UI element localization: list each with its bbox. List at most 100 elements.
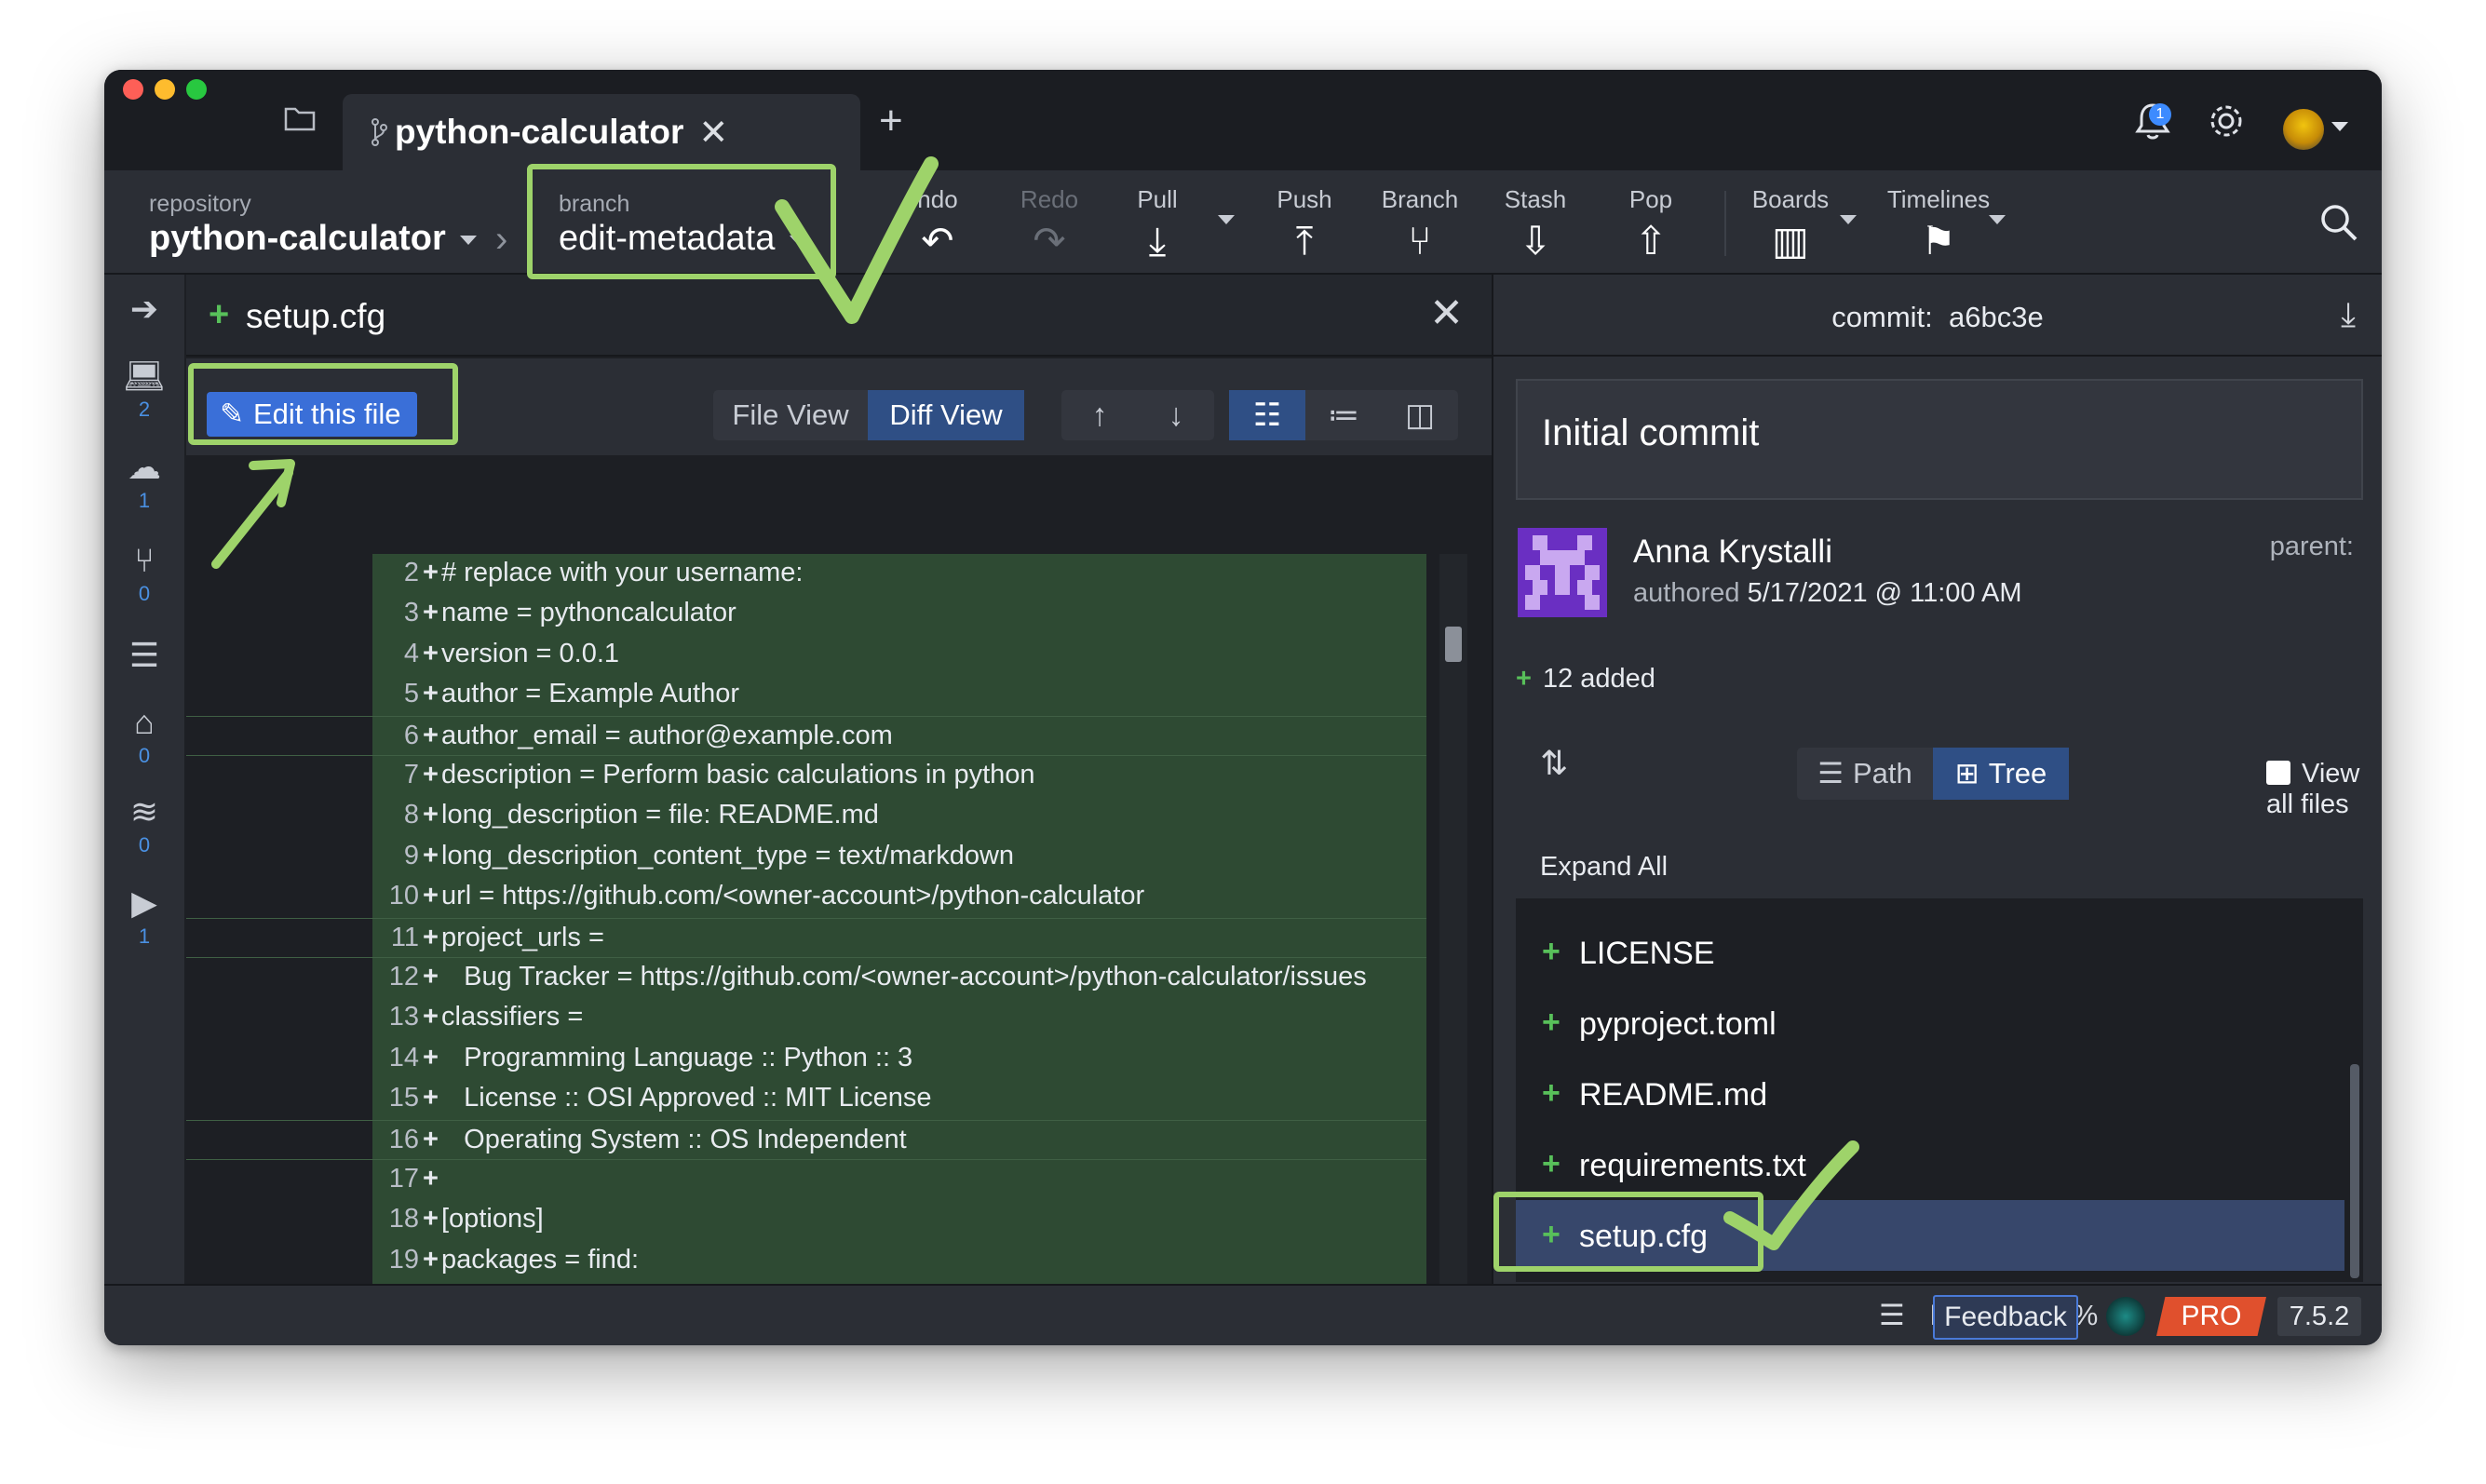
tree-scrollbar[interactable] bbox=[2350, 1064, 2359, 1278]
added-marker: + bbox=[423, 679, 439, 709]
editor-scrollbar[interactable] bbox=[1445, 627, 1462, 662]
boards-button[interactable]: Boards ▥ bbox=[1730, 170, 1851, 275]
diff-line[interactable]: 10 + url = https://github.com/<owner-accou… bbox=[186, 877, 1426, 917]
sort-alpha-icon[interactable]: ⇅ bbox=[1540, 744, 1568, 783]
path-view-button[interactable]: ☰ Path bbox=[1797, 748, 1933, 800]
diff-line[interactable]: 16 + Operating System :: OS Independent bbox=[186, 1119, 1426, 1160]
expand-all-button[interactable]: Expand All bbox=[1516, 831, 2363, 898]
gear-icon[interactable] bbox=[2207, 101, 2246, 149]
added-icon: + bbox=[1542, 1075, 1561, 1111]
timelines-options-caret[interactable] bbox=[1989, 215, 2006, 224]
chevron-down-icon[interactable] bbox=[2331, 122, 2348, 131]
line-number: 6 bbox=[403, 720, 419, 750]
branch-selector[interactable]: edit-metadata bbox=[559, 219, 775, 259]
tree-item[interactable]: + LICENSE bbox=[1516, 917, 2344, 988]
tree-item-name: LICENSE bbox=[1579, 936, 1715, 971]
sidebar-item-tags[interactable]: ⌂ 0 bbox=[104, 703, 184, 768]
pop-button[interactable]: Pop ⇧ bbox=[1600, 170, 1702, 275]
tree-item[interactable]: + pyproject.toml bbox=[1516, 988, 2344, 1059]
sidebar-item-stashes[interactable]: ≋ 0 bbox=[104, 792, 184, 857]
diff-line[interactable]: 6 + author_email = author@example.com bbox=[186, 715, 1426, 756]
added-marker: + bbox=[423, 1002, 439, 1032]
tree-item[interactable]: + requirements.txt bbox=[1516, 1129, 2344, 1200]
tree-item[interactable]: + setup.cfg bbox=[1516, 1200, 2344, 1271]
minimize-window-button[interactable] bbox=[155, 79, 175, 100]
tree-item[interactable]: + README.md bbox=[1516, 1059, 2344, 1129]
diff-line[interactable]: 7 + description = Perform basic calculatio… bbox=[186, 756, 1426, 796]
chevron-down-icon[interactable] bbox=[460, 236, 477, 245]
parent-label: parent: bbox=[2269, 532, 2354, 561]
line-number: 11 bbox=[390, 922, 419, 952]
arrow-up-icon[interactable]: ↑ bbox=[1061, 390, 1138, 440]
sidebar-item-pull-requests[interactable]: ⑂ 0 bbox=[104, 541, 184, 606]
timelines-label: Timelines bbox=[1886, 185, 1991, 213]
redo-label: Redo bbox=[1020, 185, 1079, 213]
hunk-view-icon[interactable]: ☷ bbox=[1229, 390, 1305, 440]
folder-icon[interactable] bbox=[272, 94, 328, 142]
tab-python-calculator[interactable]: python-calculator ✕ bbox=[343, 94, 860, 170]
redo-button[interactable]: Redo ↷ bbox=[998, 170, 1101, 275]
tree-view-button[interactable]: ⊞ Tree bbox=[1933, 748, 2069, 800]
inline-view-icon[interactable]: ≔ bbox=[1305, 390, 1382, 440]
pull-button[interactable]: Pull ⤓ bbox=[1106, 170, 1209, 275]
line-number: 7 bbox=[403, 760, 419, 789]
pro-badge[interactable]: PRO bbox=[2156, 1297, 2266, 1336]
search-icon[interactable] bbox=[2318, 202, 2359, 248]
editor-scroll-track[interactable] bbox=[1439, 554, 1467, 1284]
diff-line[interactable]: 3 + name = pythoncalculator bbox=[186, 594, 1426, 634]
expand-sidebar-icon[interactable]: ➔ bbox=[104, 290, 184, 329]
stash-button[interactable]: Stash ⇩ bbox=[1484, 170, 1587, 275]
diff-line[interactable]: 2 + # replace with your username: bbox=[186, 554, 1426, 594]
commit-sha[interactable]: a6bc3e bbox=[1949, 301, 2044, 333]
sidebar-item-remote[interactable]: ☁ 1 bbox=[104, 448, 184, 513]
arrow-down-icon[interactable]: ↓ bbox=[1138, 390, 1214, 440]
push-button[interactable]: Push ⤒ bbox=[1253, 170, 1356, 275]
tree-icon: ⊞ bbox=[1954, 757, 1979, 789]
sidebar-item-local[interactable]: 💻︎ 2 bbox=[104, 357, 184, 422]
diff-line[interactable]: 19 + packages = find: bbox=[186, 1241, 1426, 1281]
diff-line[interactable]: 4 + version = 0.0.1 bbox=[186, 635, 1426, 675]
diff-line[interactable]: 9 + long_description_content_type = text/m… bbox=[186, 837, 1426, 877]
diff-line[interactable]: 5 + author = Example Author bbox=[186, 675, 1426, 715]
repository-selector[interactable]: python-calculator bbox=[149, 219, 446, 259]
diff-line[interactable]: 11 + project_urls = bbox=[186, 917, 1426, 958]
download-icon[interactable]: ⤓ bbox=[2341, 295, 2356, 335]
undo-button[interactable]: ndo ↶ bbox=[886, 170, 989, 275]
edit-file-button[interactable]: ✎ Edit this file bbox=[207, 392, 417, 437]
boards-options-caret[interactable] bbox=[1840, 215, 1857, 224]
line-number: 16 bbox=[388, 1124, 419, 1154]
boards-icon: ▥ bbox=[1772, 219, 1809, 263]
diff-line[interactable]: 8 + long_description = file: README.md bbox=[186, 796, 1426, 836]
sidebar-item-actions[interactable]: ▶ 1 bbox=[104, 884, 184, 949]
diff-view-button[interactable]: Diff View bbox=[868, 390, 1024, 440]
sidebar-item-issues[interactable]: ☰ bbox=[104, 636, 184, 675]
branch-button-label: Branch bbox=[1381, 185, 1459, 213]
file-tools-bar: ✎ Edit this file File View Diff View ↑ ↓… bbox=[186, 358, 1575, 455]
chevron-down-icon[interactable] bbox=[790, 236, 806, 245]
diff-line[interactable]: 18 + [options] bbox=[186, 1200, 1426, 1240]
close-tab-icon[interactable]: ✕ bbox=[698, 112, 728, 154]
diff-line[interactable]: 14 + Programming Language :: Python :: 3 bbox=[186, 1039, 1426, 1079]
tree-item-name: requirements.txt bbox=[1579, 1148, 1806, 1183]
user-avatar[interactable] bbox=[2283, 109, 2324, 150]
diff-line[interactable]: 17 + bbox=[186, 1160, 1426, 1200]
checkbox[interactable] bbox=[2266, 761, 2290, 786]
feedback-button[interactable]: Feedback bbox=[1933, 1295, 2078, 1340]
remote-count: 1 bbox=[138, 489, 151, 512]
file-view-button[interactable]: File View bbox=[713, 390, 868, 440]
diff-line[interactable]: 12 + Bug Tracker = https://github.com/<ow… bbox=[186, 958, 1426, 998]
tags-count: 0 bbox=[138, 744, 151, 767]
branch-button[interactable]: Branch ⑂ bbox=[1369, 170, 1471, 275]
diff-line[interactable]: 13 + classifiers = bbox=[186, 998, 1426, 1038]
added-marker: + bbox=[423, 1244, 439, 1275]
close-icon[interactable]: ✕ bbox=[1429, 290, 1464, 337]
tree-label: Tree bbox=[1988, 757, 2047, 789]
list-icon[interactable]: ☰ bbox=[1879, 1299, 1905, 1332]
new-tab-button[interactable]: + bbox=[879, 98, 903, 144]
view-all-files-checkbox[interactable]: View all files bbox=[2266, 759, 2382, 820]
zoom-window-button[interactable] bbox=[186, 79, 207, 100]
diff-line[interactable]: 15 + License :: OSI Approved :: MIT Licen… bbox=[186, 1079, 1426, 1119]
pull-options-caret[interactable] bbox=[1218, 215, 1235, 224]
split-view-icon[interactable]: ◫ bbox=[1382, 390, 1458, 440]
close-window-button[interactable] bbox=[123, 79, 143, 100]
